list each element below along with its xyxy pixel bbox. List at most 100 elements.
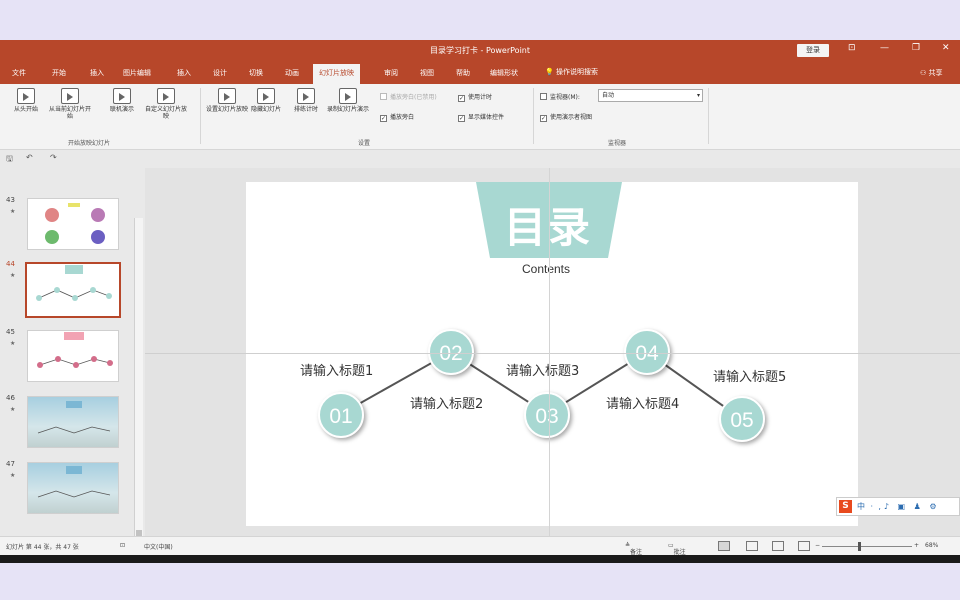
record-slideshow-button[interactable]: 录制幻灯片演示 [326,88,370,113]
tab-picture-edit[interactable]: 图片编辑 [123,68,151,78]
group-label-setup: 设置 [358,140,371,147]
node-04[interactable]: 04 [624,329,670,375]
comments-button[interactable]: ▭ 批注 [668,542,686,555]
slide-subtitle[interactable]: Contents [476,262,616,276]
tab-review[interactable]: 审阅 [384,68,398,78]
thumbnail-slide-46[interactable] [27,396,119,448]
ime-tool-icons[interactable]: 中ㆍ,♪ ▣ ♟ ⚙ [857,501,940,512]
rehearse-timings-label: 排练计时 [293,106,318,113]
node-05[interactable]: 05 [719,396,765,442]
present-online-icon [113,88,131,104]
thumb-number: 44 [6,260,15,268]
from-current-button[interactable]: 从当前幻灯片开始 [48,88,92,120]
login-button[interactable]: 登录 [797,44,829,57]
hide-slide-button[interactable]: 隐藏幻灯片 [244,88,288,113]
tab-home[interactable]: 开始 [52,68,66,78]
ime-toolbar[interactable]: S 中ㆍ,♪ ▣ ♟ ⚙ [836,497,960,516]
maximize-icon[interactable]: ❐ [912,43,920,53]
custom-slideshow-icon [157,88,175,104]
smart-guide-vertical [549,168,550,536]
custom-slideshow-button[interactable]: 自定义幻灯片放映 [144,88,188,120]
present-online-label: 联机演示 [109,106,134,113]
tab-transitions[interactable]: 切换 [249,68,263,78]
hide-slide-label: 隐藏幻灯片 [250,106,281,113]
setup-slideshow-label: 设置幻灯片放映 [205,106,248,113]
tab-view[interactable]: 视图 [420,68,434,78]
notes-button[interactable]: ≜ 备注 [625,542,642,555]
slideshow-view-icon[interactable] [798,541,810,551]
node-label-1[interactable]: 请输入标题1 [300,360,373,379]
slide-editing-area: 目录 Contents 01 02 03 04 05 请输入标题1 请输入标题2… [145,168,960,536]
present-online-button[interactable]: 联机演示 [100,88,144,113]
redo-icon[interactable]: ↷ [50,153,57,162]
monitor-select[interactable]: 自动 ▾ [598,89,703,102]
presenter-view-checkbox[interactable]: ✓ 使用演示者视图 [540,112,592,122]
thumb-number: 43 [6,196,15,204]
setup-slideshow-icon [218,88,236,104]
rehearse-timings-button[interactable]: 排练计时 [284,88,328,113]
save-icon[interactable]: 🖫 [6,153,13,167]
spellcheck-icon[interactable]: ⊡ [120,542,125,549]
zoom-slider[interactable] [822,546,912,547]
lightbulb-icon: 💡 [545,68,556,76]
tab-file[interactable]: 文件 [12,68,26,78]
show-media-controls-checkbox[interactable]: ✓ 显示媒体控件 [458,112,504,122]
rehearse-timings-icon [297,88,315,104]
node-label-2[interactable]: 请输入标题2 [410,393,483,412]
slide-thumbnail-panel: 43 ★ 44 ★ 45 ★ 46 ★ 47 ★ [0,168,145,555]
node-label-4[interactable]: 请输入标题4 [606,393,679,412]
node-02[interactable]: 02 [428,329,474,375]
play-narration-disabled-label: 播放旁白(已禁用) [390,94,437,101]
sogou-logo-icon: S [839,500,852,513]
thumbnail-slide-43[interactable] [27,198,119,250]
setup-slideshow-button[interactable]: 设置幻灯片放映 [205,88,249,113]
node-01[interactable]: 01 [318,392,364,438]
slideshow-current-icon [61,88,79,104]
ribbon-tabs: 文件 开始 插入 图片编辑 插入 设计 切换 动画 幻灯片放映 审阅 视图 帮助… [0,62,960,84]
normal-view-icon[interactable] [718,541,730,551]
node-label-3[interactable]: 请输入标题3 [506,360,579,379]
tab-insert[interactable]: 插入 [90,68,104,78]
tab-insert-2[interactable]: 插入 [177,68,191,78]
tab-animations[interactable]: 动画 [285,68,299,78]
thumbnail-graphic [37,466,111,498]
show-media-controls-label: 显示媒体控件 [468,114,505,121]
tab-shape-format[interactable]: 编辑形状 [490,68,518,78]
zoom-out-icon[interactable]: − [815,542,820,549]
thumbnail-slide-44[interactable] [25,262,121,318]
monitor-label-text: 监视器(M): [550,94,580,101]
thumbnail-slide-47[interactable] [27,462,119,514]
thumbnail-slide-45[interactable] [27,330,119,382]
undo-icon[interactable]: ↶ [26,153,33,162]
share-button[interactable]: ⚇ 共享 [920,68,943,78]
tab-help[interactable]: 帮助 [456,68,470,78]
use-timings-checkbox[interactable]: ✓ 使用计时 [458,92,492,102]
minimize-icon[interactable]: — [880,43,889,53]
comments-label: 批注 [673,549,686,555]
quick-access-toolbar: 🖫 ↶ ↷ [0,151,145,167]
record-slideshow-label: 录制幻灯片演示 [326,106,369,113]
close-icon[interactable]: ✕ [942,43,950,53]
tab-slideshow[interactable]: 幻灯片放映 [313,64,360,84]
node-03[interactable]: 03 [524,392,570,438]
record-slideshow-icon [339,88,357,104]
animation-star-icon: ★ [10,272,16,279]
slide-sorter-icon[interactable] [746,541,758,551]
thumb-number: 47 [6,460,15,468]
tell-me-search[interactable]: 💡 操作说明搜索 [545,67,598,77]
zoom-slider-handle[interactable] [858,542,861,551]
zoom-in-icon[interactable]: + [914,542,919,549]
reading-view-icon[interactable] [772,541,784,551]
from-beginning-button[interactable]: 从头开始 [4,88,48,113]
thumbnail-scrollbar[interactable] [134,218,143,555]
language-indicator[interactable]: 中文(中国) [144,542,173,551]
zoom-level[interactable]: 68% [925,542,938,549]
thumbnail-graphic [45,203,105,244]
ribbon-display-options-icon[interactable]: ⊡ [848,43,856,53]
current-slide[interactable]: 目录 Contents 01 02 03 04 05 请输入标题1 请输入标题2… [246,182,858,526]
play-narrations-checkbox[interactable]: ✓ 播放旁白 [380,112,414,122]
slide-title[interactable]: 目录 [478,194,618,255]
use-timings-label: 使用计时 [468,94,493,101]
node-label-5[interactable]: 请输入标题5 [713,366,786,385]
tab-design[interactable]: 设计 [213,68,227,78]
